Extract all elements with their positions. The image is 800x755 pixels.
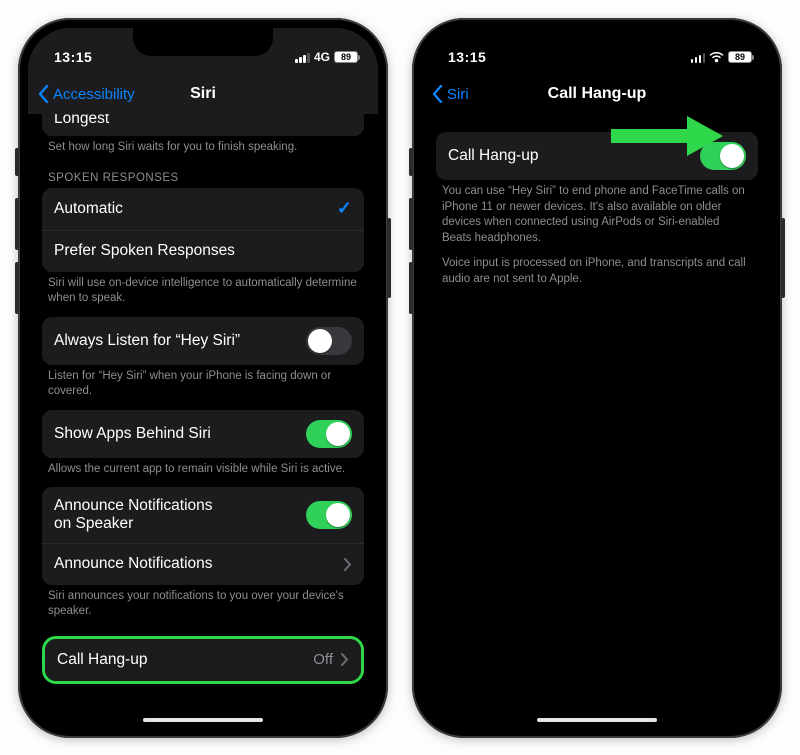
- footer-text: Siri will use on-device intelligence to …: [42, 272, 364, 317]
- cell-signal-icon: [295, 52, 310, 63]
- switch-call-hangup[interactable]: [700, 142, 746, 170]
- footer-text: Allows the current app to remain visible…: [42, 458, 364, 488]
- footer-text: Siri announces your notifications to you…: [42, 585, 364, 630]
- phone-left: 13:15 4G 89 Accessibility Siri Longest S…: [18, 18, 388, 738]
- nav-bar: Accessibility Siri: [28, 74, 378, 114]
- back-label: Accessibility: [53, 86, 135, 103]
- row-announce-notifications[interactable]: Announce Notifications: [42, 543, 364, 585]
- row-call-hangup-toggle[interactable]: Call Hang-up: [436, 132, 758, 180]
- battery-icon: 89: [728, 51, 752, 63]
- network-label: 4G: [314, 50, 330, 64]
- row-label: Announce Notifications: [54, 555, 213, 573]
- status-time: 13:15: [448, 49, 486, 65]
- row-automatic[interactable]: Automatic ✓: [42, 188, 364, 230]
- section-header-spoken: SPOKEN RESPONSES: [42, 166, 364, 188]
- row-label: Show Apps Behind Siri: [54, 425, 211, 443]
- nav-title: Call Hang-up: [422, 85, 772, 103]
- row-label: Always Listen for “Hey Siri”: [54, 332, 240, 350]
- row-label: Longest: [54, 114, 109, 128]
- switch-show-apps[interactable]: [306, 420, 352, 448]
- footer-text: You can use “Hey Siri” to end phone and …: [436, 180, 758, 256]
- row-always-listen[interactable]: Always Listen for “Hey Siri”: [42, 317, 364, 365]
- row-label: Automatic: [54, 200, 123, 218]
- footer-text: Set how long Siri waits for you to finis…: [42, 136, 364, 166]
- home-indicator[interactable]: [537, 718, 657, 722]
- notch: [527, 28, 667, 56]
- back-button[interactable]: Siri: [432, 85, 469, 103]
- nav-bar: Siri Call Hang-up: [422, 74, 772, 114]
- status-time: 13:15: [54, 49, 92, 65]
- row-label: Prefer Spoken Responses: [54, 242, 235, 260]
- row-show-apps[interactable]: Show Apps Behind Siri: [42, 410, 364, 458]
- chevron-left-icon: [432, 85, 443, 103]
- row-label: Announce Notifications on Speaker: [54, 497, 213, 533]
- back-button[interactable]: Accessibility: [38, 85, 135, 103]
- row-siri-pause-longest[interactable]: Longest: [42, 114, 364, 136]
- wifi-icon: [709, 52, 724, 63]
- back-label: Siri: [447, 86, 469, 103]
- cell-signal-icon: [691, 52, 706, 63]
- chevron-right-icon: [344, 558, 352, 571]
- switch-announce-speaker[interactable]: [306, 501, 352, 529]
- row-value: Off: [313, 651, 333, 668]
- row-announce-speaker[interactable]: Announce Notifications on Speaker: [42, 487, 364, 543]
- switch-always-listen[interactable]: [306, 327, 352, 355]
- row-prefer-spoken[interactable]: Prefer Spoken Responses: [42, 230, 364, 272]
- phone-right: 13:15 89 Siri Call Hang-up: [412, 18, 782, 738]
- row-label: Call Hang-up: [57, 651, 147, 669]
- footer-text: Voice input is processed on iPhone, and …: [436, 256, 758, 297]
- row-call-hangup[interactable]: Call Hang-up Off: [45, 639, 361, 681]
- chevron-left-icon: [38, 85, 49, 103]
- battery-icon: 89: [334, 51, 358, 63]
- chevron-right-icon: [341, 653, 349, 666]
- home-indicator[interactable]: [143, 718, 263, 722]
- notch: [133, 28, 273, 56]
- checkmark-icon: ✓: [337, 198, 352, 219]
- row-label: Call Hang-up: [448, 147, 538, 165]
- footer-text: Listen for “Hey Siri” when your iPhone i…: [42, 365, 364, 410]
- highlight-call-hangup: Call Hang-up Off: [42, 636, 364, 684]
